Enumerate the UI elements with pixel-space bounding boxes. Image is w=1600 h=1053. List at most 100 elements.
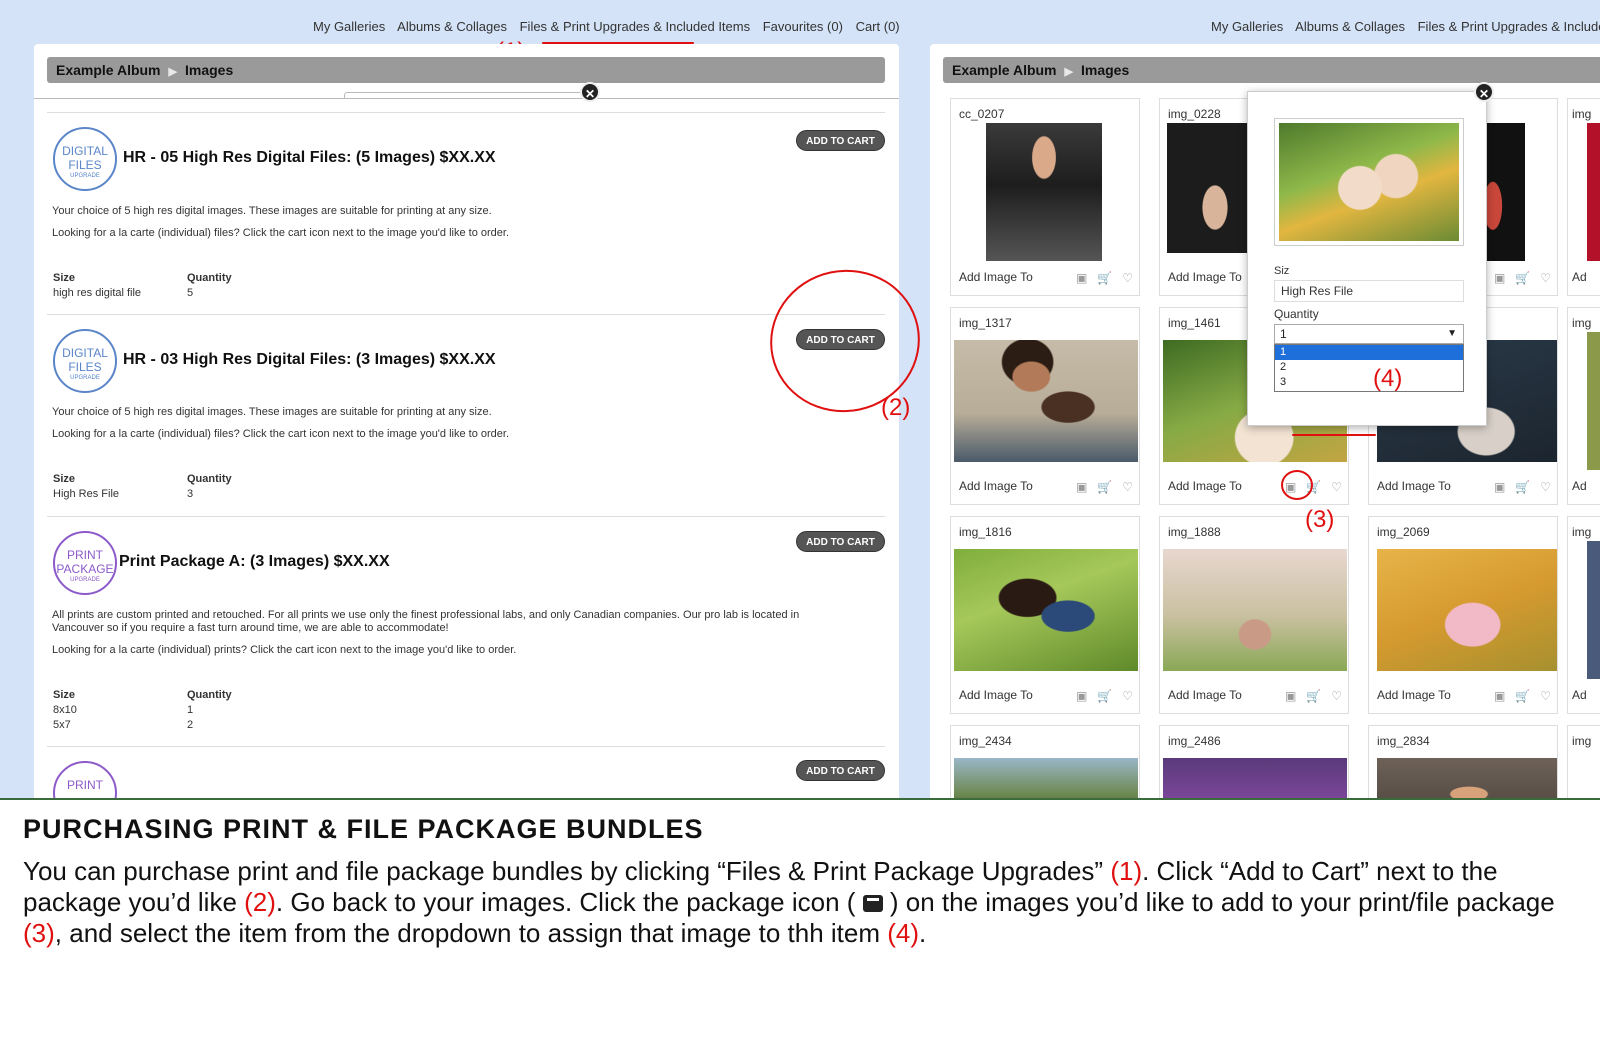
add-image-to-label: Ad — [1572, 688, 1587, 702]
add-to-cart-button[interactable]: ADD TO CART — [796, 531, 885, 552]
tutorial-figure: My Galleries Albums & Collages Files & P… — [0, 0, 1600, 1053]
package-icon[interactable]: ▣ — [1076, 480, 1087, 494]
image-name: img_1816 — [959, 525, 1012, 539]
image-thumbnail[interactable] — [954, 758, 1138, 798]
quantity-option[interactable]: 1 — [1275, 345, 1463, 360]
image-tile-partial[interactable]: img — [1567, 725, 1600, 798]
annotation-4-underline — [1292, 434, 1376, 436]
package-item: DIGITAL FILES UPGRADE HR - 03 High Res Dig… — [47, 314, 885, 516]
breadcrumb-album[interactable]: Example Album — [56, 62, 161, 78]
image-thumbnail[interactable] — [1587, 332, 1600, 470]
breadcrumb: Example Album ▶ Images — [943, 57, 1600, 83]
quantity-value: 3 — [187, 488, 194, 500]
heart-icon[interactable]: ♡ — [1540, 480, 1551, 494]
breadcrumb-album[interactable]: Example Album — [952, 62, 1057, 78]
add-image-to-label: Add Image To — [1168, 270, 1242, 284]
quantity-dropdown-list[interactable]: 1 2 3 — [1274, 344, 1464, 392]
image-name: img — [1572, 107, 1592, 121]
image-name: img_2069 — [1377, 525, 1430, 539]
nav-albums-collages[interactable]: Albums & Collages — [1295, 19, 1405, 34]
image-tile[interactable]: img_2069 Add Image To ▣ 🛒 ♡ — [1368, 516, 1558, 714]
image-thumbnail[interactable] — [1377, 549, 1557, 671]
image-thumbnail[interactable] — [986, 123, 1102, 261]
image-tile[interactable]: img_2486 — [1159, 725, 1349, 798]
package-item: DIGITAL FILES UPGRADE HR - 05 High Res Dig… — [47, 112, 885, 314]
heart-icon[interactable]: ♡ — [1331, 480, 1342, 494]
heart-icon[interactable]: ♡ — [1122, 480, 1133, 494]
caption-divider — [0, 798, 1600, 800]
heart-icon[interactable]: ♡ — [1540, 689, 1551, 703]
chevron-down-icon: ▼ — [1447, 328, 1457, 339]
nav-favourites[interactable]: Favourites (0) — [763, 19, 843, 34]
image-thumbnail[interactable] — [1163, 549, 1347, 671]
package-icon[interactable]: ▣ — [1285, 689, 1296, 703]
caption-title: PURCHASING PRINT & FILE PACKAGE BUNDLES — [23, 814, 704, 844]
heart-icon[interactable]: ♡ — [1331, 689, 1342, 703]
cart-icon[interactable]: 🛒 — [1097, 271, 1112, 285]
cart-icon[interactable]: 🛒 — [1306, 689, 1321, 703]
image-tile[interactable]: cc_0207 Add Image To ▣ 🛒 ♡ — [950, 98, 1140, 296]
image-thumbnail[interactable] — [954, 340, 1138, 462]
package-icon[interactable]: ▣ — [1494, 271, 1505, 285]
package-icon[interactable]: ▣ — [1494, 689, 1505, 703]
nav-files-print-upgrades[interactable]: Files & Print Upgrades & Included Items — [520, 19, 751, 34]
cart-icon[interactable]: 🛒 — [1515, 689, 1530, 703]
nav-files-print-upgrades[interactable]: Files & Print Upgrades & Included Items — [1418, 19, 1600, 34]
image-tile[interactable]: img_1888 Add Image To ▣ 🛒 ♡ — [1159, 516, 1349, 714]
package-icon[interactable]: ▣ — [1494, 480, 1505, 494]
heart-icon[interactable]: ♡ — [1122, 271, 1133, 285]
quantity-label: Quantity — [187, 473, 232, 485]
quantity-select[interactable]: 1 ▼ — [1274, 324, 1464, 344]
heart-icon[interactable]: ♡ — [1540, 271, 1551, 285]
image-name: img_2834 — [1377, 734, 1430, 748]
heart-icon[interactable]: ♡ — [1122, 689, 1133, 703]
image-name: img_1317 — [959, 316, 1012, 330]
add-to-cart-button[interactable]: ADD TO CART — [796, 760, 885, 781]
quantity-label: Quantity — [1274, 307, 1319, 321]
add-to-cart-button[interactable]: ADD TO CART — [796, 130, 885, 151]
image-tile[interactable]: img_1317 Add Image To ▣ 🛒 ♡ — [950, 307, 1140, 505]
add-image-to-label: Add Image To — [1377, 479, 1451, 493]
package-icon[interactable]: ▣ — [1076, 271, 1087, 285]
close-icon[interactable]: ✕ — [580, 82, 600, 102]
image-name: cc_0207 — [959, 107, 1005, 121]
package-item-field[interactable]: High Res File — [1274, 280, 1464, 302]
image-thumbnail[interactable] — [954, 549, 1138, 671]
top-nav-left: My Galleries Albums & Collages Files & P… — [313, 19, 909, 34]
package-description: All prints are custom printed and retouc… — [52, 609, 800, 634]
image-tile-partial[interactable]: img Ad — [1567, 307, 1600, 505]
image-tile-partial[interactable]: img Ad — [1567, 516, 1600, 714]
image-tile[interactable]: img_2834 — [1368, 725, 1558, 798]
cart-icon[interactable]: 🛒 — [1097, 480, 1112, 494]
close-icon[interactable]: ✕ — [1474, 82, 1494, 102]
image-tile-partial[interactable]: img Ad — [1567, 98, 1600, 296]
size-value: high res digital file — [53, 287, 142, 299]
nav-cart[interactable]: Cart (0) — [856, 19, 900, 34]
image-thumbnail[interactable] — [1377, 758, 1557, 798]
quantity-option[interactable]: 3 — [1275, 375, 1463, 390]
nav-albums-collages[interactable]: Albums & Collages — [397, 19, 507, 34]
add-image-to-label: Add Image To — [1168, 479, 1242, 493]
nav-my-galleries[interactable]: My Galleries — [313, 19, 385, 34]
image-thumbnail[interactable] — [1167, 123, 1247, 253]
package-note: Looking for a la carte (individual) file… — [52, 428, 509, 440]
cart-icon[interactable]: 🛒 — [1515, 480, 1530, 494]
cart-icon[interactable]: 🛒 — [1097, 689, 1112, 703]
image-name: img_2434 — [959, 734, 1012, 748]
image-name: img_1461 — [1168, 316, 1221, 330]
cart-icon[interactable]: 🛒 — [1515, 271, 1530, 285]
top-nav-right: My Galleries Albums & Collages Files & P… — [1211, 19, 1600, 34]
nav-my-galleries[interactable]: My Galleries — [1211, 19, 1283, 34]
image-thumbnail[interactable] — [1587, 123, 1600, 261]
image-tile[interactable]: img_2434 — [950, 725, 1140, 798]
image-tile[interactable]: img_1816 Add Image To ▣ 🛒 ♡ — [950, 516, 1140, 714]
package-icon[interactable]: ▣ — [1076, 689, 1087, 703]
size-label: Size — [53, 689, 76, 701]
add-image-to-label: Add Image To — [959, 688, 1033, 702]
package-item: PRINT PACKAGE UPGRADE Print Package A: (3 … — [47, 516, 885, 746]
package-note: Looking for a la carte (individual) file… — [52, 227, 509, 239]
quantity-option[interactable]: 2 — [1275, 360, 1463, 375]
image-thumbnail[interactable] — [1587, 541, 1600, 679]
image-thumbnail[interactable] — [1163, 758, 1347, 798]
add-image-to-label: Ad — [1572, 270, 1587, 284]
